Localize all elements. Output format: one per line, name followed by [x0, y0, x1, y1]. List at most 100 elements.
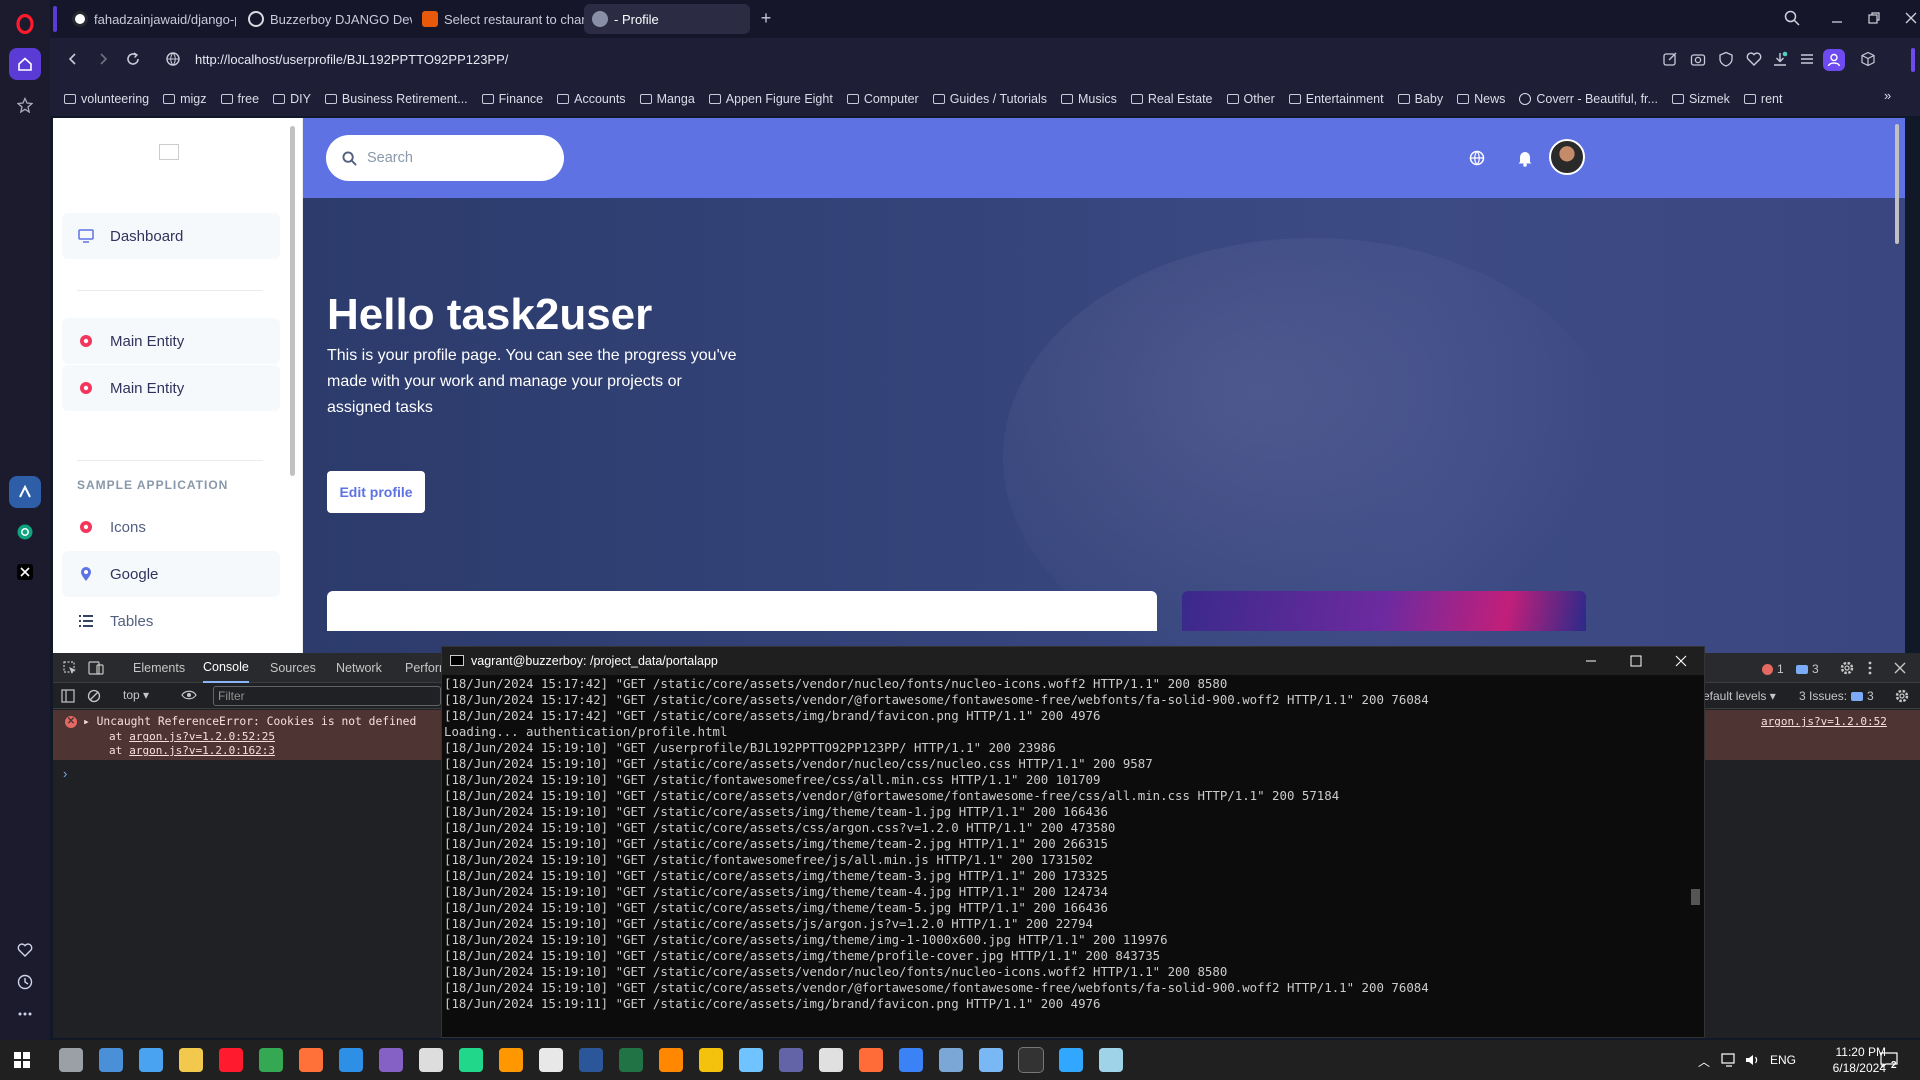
- devtools-menu-icon[interactable]: [1867, 660, 1873, 676]
- sidebar-item-main-entity-2[interactable]: Main Entity: [62, 365, 280, 411]
- language-indicator[interactable]: ENG: [1770, 1053, 1796, 1067]
- bookmark-accounts[interactable]: Accounts: [557, 92, 626, 106]
- clock[interactable]: 11:20 PM 6/18/2024: [1796, 1044, 1886, 1076]
- firefox-icon[interactable]: [299, 1048, 323, 1072]
- language-globe-icon[interactable]: [1469, 150, 1485, 166]
- chatgpt-icon[interactable]: [9, 516, 41, 548]
- stack-link[interactable]: argon.js?v=1.2.0:162:3: [129, 744, 275, 757]
- sidebar-scrollbar[interactable]: [290, 126, 295, 476]
- devtools-tab-performance[interactable]: Perforr: [405, 653, 443, 683]
- search-input[interactable]: Search: [367, 150, 413, 166]
- bookmark-real-estate[interactable]: Real Estate: [1130, 92, 1213, 106]
- avatar[interactable]: [1549, 139, 1585, 175]
- bookmarks-overflow-icon[interactable]: »: [1884, 88, 1891, 103]
- extensions-icon[interactable]: [1860, 51, 1876, 67]
- log-levels-dropdown[interactable]: efault levels ▾: [1703, 689, 1776, 703]
- new-tab-button[interactable]: +: [758, 9, 774, 27]
- terminal-icon[interactable]: [1018, 1047, 1044, 1073]
- notification-bell-icon[interactable]: [1517, 149, 1533, 167]
- console-settings-icon[interactable]: [1894, 688, 1910, 704]
- notes-icon[interactable]: [819, 1048, 843, 1072]
- widget-icon[interactable]: [99, 1048, 123, 1072]
- bookmark-guides[interactable]: Guides / Tutorials: [932, 92, 1047, 106]
- bookmark-sizmek[interactable]: Sizmek: [1671, 92, 1730, 106]
- opera-menu-icon[interactable]: [9, 8, 41, 40]
- teams-icon[interactable]: [779, 1048, 803, 1072]
- site-info-icon[interactable]: [166, 52, 180, 66]
- bookmark-coverr[interactable]: Coverr - Beautiful, fr...: [1519, 92, 1658, 106]
- postman-icon[interactable]: [859, 1048, 883, 1072]
- app-shortcut-icon[interactable]: [9, 476, 41, 508]
- bookmark-computer[interactable]: Computer: [846, 92, 919, 106]
- context-selector[interactable]: top ▾: [123, 688, 149, 702]
- network-icon[interactable]: [1721, 1053, 1737, 1067]
- bookmark-migz[interactable]: migz: [163, 92, 207, 106]
- bookmark-rent[interactable]: rent: [1743, 92, 1782, 106]
- error-counter[interactable]: 1: [1762, 662, 1784, 676]
- stack-link[interactable]: argon.js?v=1.2.0:52:25: [129, 730, 275, 743]
- download-icon[interactable]: [1772, 51, 1788, 67]
- console-prompt-icon[interactable]: ›: [63, 766, 67, 781]
- close-window-icon[interactable]: [1903, 10, 1919, 26]
- tray-overflow-icon[interactable]: ︿: [1698, 1053, 1710, 1070]
- heart-icon[interactable]: [9, 934, 41, 966]
- terminal-close-icon[interactable]: [1675, 655, 1687, 667]
- cursor-icon[interactable]: [539, 1048, 563, 1072]
- devtools-tab-sources[interactable]: Sources: [270, 653, 316, 683]
- terminal-maximize-icon[interactable]: [1630, 655, 1642, 667]
- page-scrollbar[interactable]: [1895, 124, 1899, 244]
- sidebar-item-google[interactable]: Google: [62, 551, 280, 597]
- shield-icon[interactable]: [1718, 51, 1734, 67]
- vlc-icon[interactable]: [659, 1048, 683, 1072]
- word-icon[interactable]: [579, 1048, 603, 1072]
- sublime-icon[interactable]: [499, 1048, 523, 1072]
- devtools-tab-network[interactable]: Network: [336, 653, 382, 683]
- unity-icon[interactable]: [419, 1048, 443, 1072]
- bookmark-entertainment[interactable]: Entertainment: [1288, 92, 1384, 106]
- issues-button[interactable]: 3 Issues: 3: [1799, 689, 1874, 703]
- photoshop-icon[interactable]: [1059, 1048, 1083, 1072]
- error-text[interactable]: ▸ Uncaught ReferenceError: Cookies is no…: [83, 715, 416, 728]
- device-toggle-icon[interactable]: [88, 661, 104, 675]
- bookmark-appen[interactable]: Appen Figure Eight: [708, 92, 833, 106]
- edit-profile-button[interactable]: Edit profile: [327, 471, 425, 513]
- history-icon[interactable]: [9, 966, 41, 998]
- settings-gear-icon[interactable]: [1839, 660, 1855, 676]
- restore-icon[interactable]: [1866, 10, 1882, 26]
- terminal-output[interactable]: [18/Jun/2024 15:17:42] "GET /static/core…: [442, 675, 1682, 1037]
- chrome-icon[interactable]: [259, 1048, 283, 1072]
- terminal-minimize-icon[interactable]: [1585, 655, 1597, 667]
- file-explorer-icon[interactable]: [179, 1048, 203, 1072]
- bookmark-finance[interactable]: Finance: [481, 92, 543, 106]
- tab-search-icon[interactable]: [1784, 10, 1800, 26]
- inspect-icon[interactable]: [63, 661, 77, 675]
- edit-icon[interactable]: [1662, 51, 1678, 67]
- bookmark-musics[interactable]: Musics: [1060, 92, 1117, 106]
- bookmark-business-retirement[interactable]: Business Retirement...: [324, 92, 468, 106]
- tab-django-admin[interactable]: Select restaurant to chang: [414, 4, 594, 34]
- tab-buzzerboy[interactable]: Buzzerboy DJANGO Devel: [240, 4, 420, 34]
- forward-icon[interactable]: [96, 52, 110, 66]
- more-icon[interactable]: [9, 998, 41, 1030]
- app-icon[interactable]: [739, 1048, 763, 1072]
- terminal-scrollbar[interactable]: [1687, 675, 1704, 1037]
- pen-icon[interactable]: [139, 1048, 163, 1072]
- bookmark-free[interactable]: free: [220, 92, 259, 106]
- virtualbox-icon[interactable]: [979, 1048, 1003, 1072]
- bookmark-diy[interactable]: DIY: [273, 92, 311, 106]
- globe-app-icon[interactable]: [899, 1048, 923, 1072]
- speed-dial-icon[interactable]: [9, 89, 41, 121]
- pycharm-icon[interactable]: [459, 1048, 483, 1072]
- visual-studio-icon[interactable]: [379, 1048, 403, 1072]
- bookmark-news[interactable]: News: [1457, 92, 1505, 106]
- sticky-icon[interactable]: [1099, 1048, 1123, 1072]
- minimize-icon[interactable]: [1829, 10, 1845, 26]
- tab-github[interactable]: fahadzainjawaid/django-p: [64, 4, 244, 34]
- back-icon[interactable]: [66, 52, 80, 66]
- x-twitter-icon[interactable]: [9, 556, 41, 588]
- devtools-close-icon[interactable]: [1893, 661, 1907, 675]
- task-view-icon[interactable]: [59, 1048, 83, 1072]
- console-filter-input[interactable]: Filter: [213, 686, 441, 706]
- devtools-tab-elements[interactable]: Elements: [133, 653, 185, 683]
- sidebar-item-main-entity[interactable]: Main Entity: [62, 318, 280, 364]
